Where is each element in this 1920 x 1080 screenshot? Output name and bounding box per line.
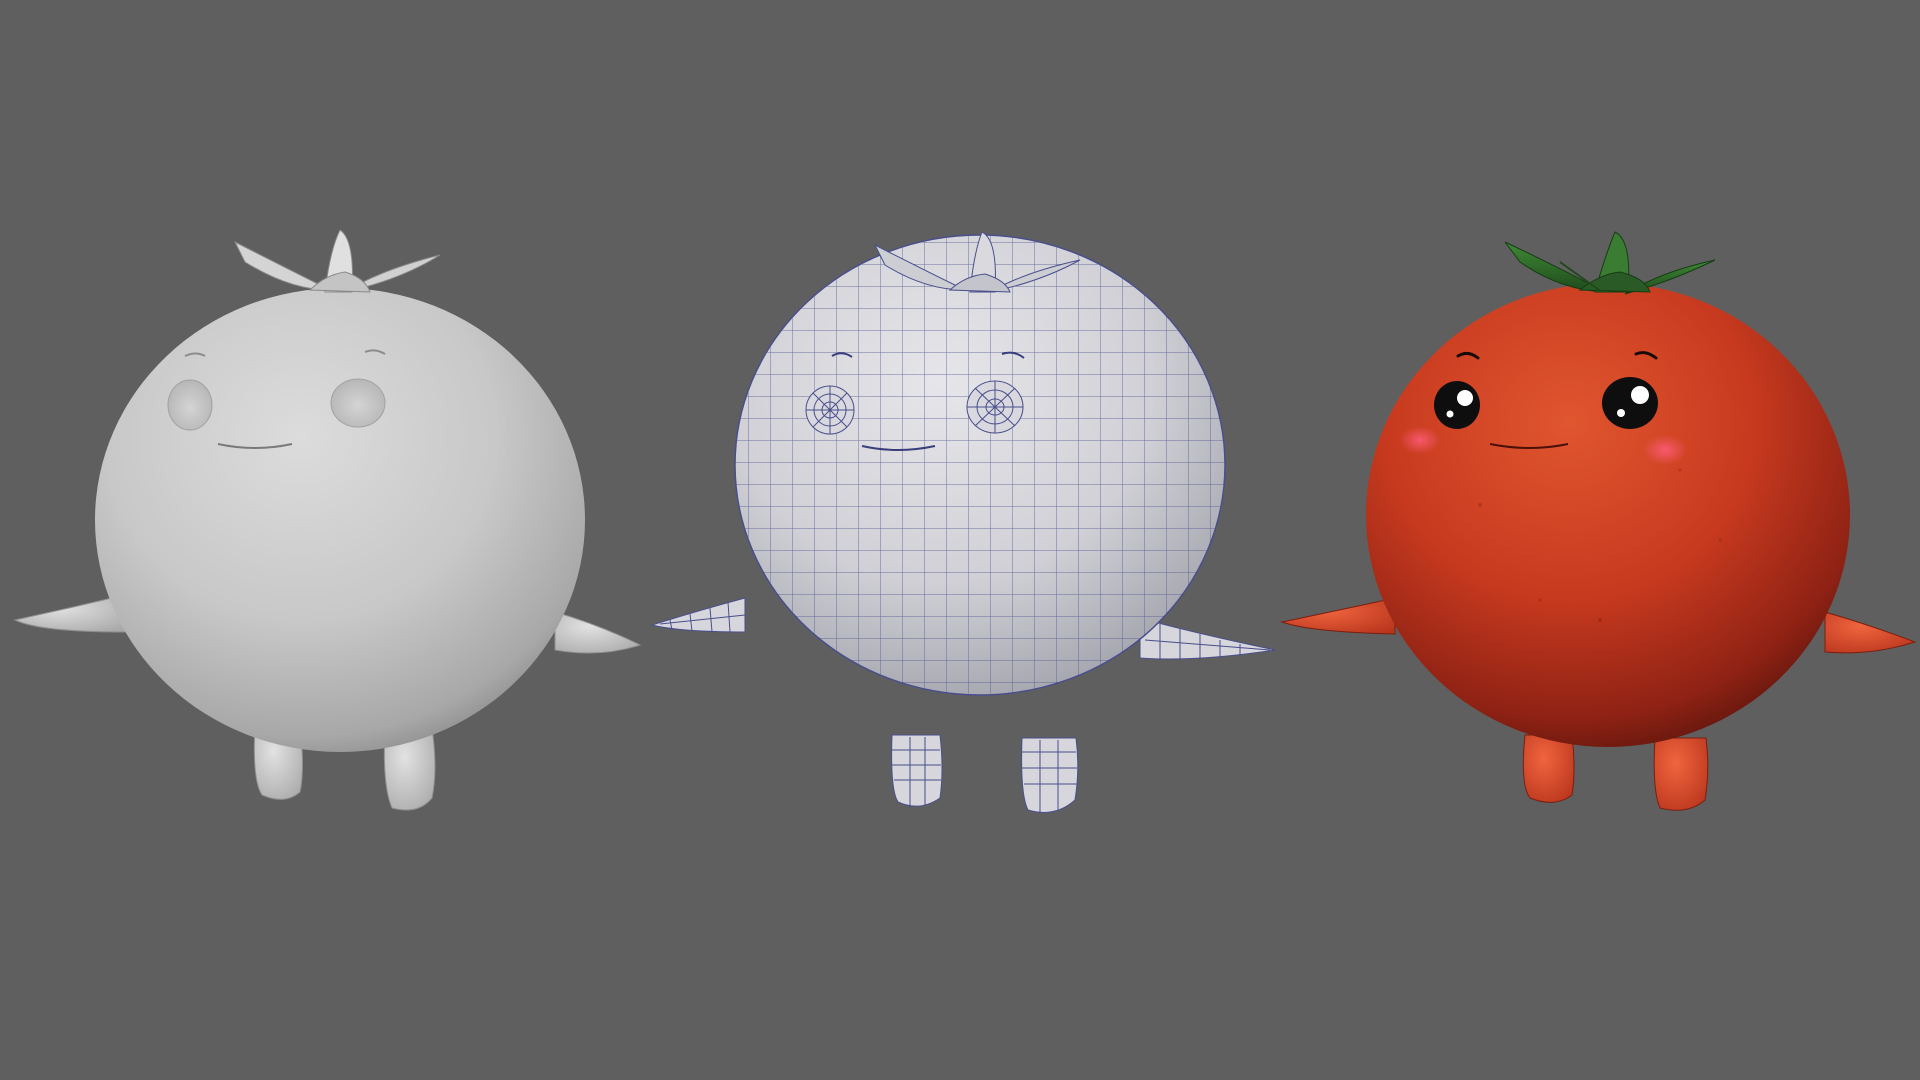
clay-left-eye [167, 379, 213, 431]
tomato-stem [1504, 231, 1716, 295]
wire-left-arm [650, 597, 746, 633]
tomato-body [1366, 283, 1850, 747]
clay-right-eye [330, 378, 386, 428]
clay-character [13, 229, 642, 811]
tomato-left-blush [1400, 426, 1440, 454]
tomato-right-arm [1824, 611, 1917, 654]
wire-mesh [735, 235, 1225, 695]
wire-right-leg [1021, 737, 1079, 813]
wire-right-eye [966, 380, 1024, 434]
tomato-right-blush [1643, 435, 1687, 465]
textured-character [1280, 231, 1917, 811]
wire-left-eye [805, 385, 855, 435]
viewport [0, 0, 1920, 1080]
tomato-left-arm [1280, 597, 1396, 635]
wireframe-character [650, 231, 1276, 813]
clay-right-arm [554, 611, 642, 654]
tomato-left-leg [1522, 734, 1575, 803]
clay-body [95, 288, 585, 752]
scene-svg [13, 229, 1917, 813]
tomato-right-leg [1653, 737, 1709, 811]
wire-left-leg [891, 734, 943, 808]
tomato-right-eye [1602, 377, 1658, 429]
clay-stem [233, 229, 441, 293]
wire-right-arm [1139, 617, 1276, 660]
tomato-left-eye [1434, 381, 1480, 429]
clay-left-arm [13, 594, 126, 633]
